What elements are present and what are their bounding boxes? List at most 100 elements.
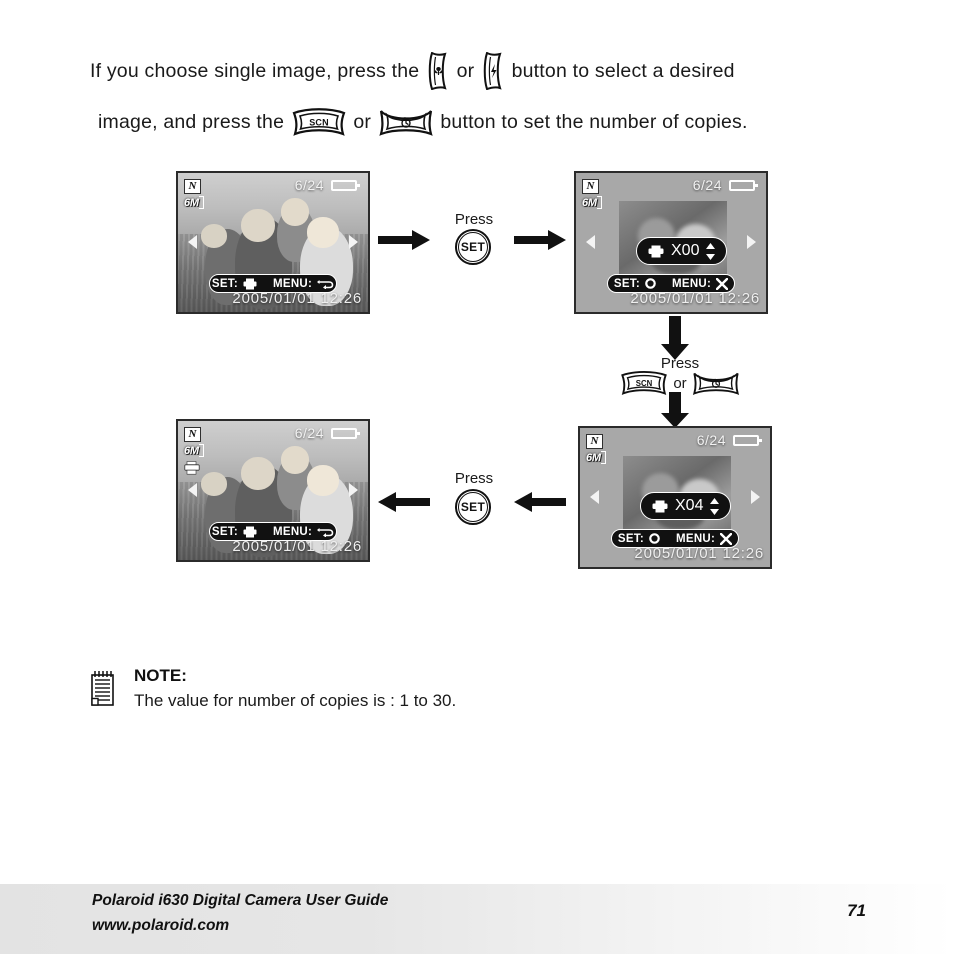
camera-screen-playback-marked: N 6M 6/24 SET: MENU: 2005/01/01 12:26 (176, 419, 370, 562)
photo-person (307, 217, 340, 249)
prev-arrow-icon[interactable] (586, 235, 595, 249)
up-down-arrows-icon[interactable] (710, 497, 720, 515)
instruction-or-2: or (353, 111, 372, 133)
scn-button-icon: SCN (292, 107, 346, 137)
cross-icon (720, 532, 733, 545)
photo-person (200, 472, 228, 497)
status-set: SET: (614, 278, 656, 290)
status-set: SET: (212, 278, 257, 290)
battery-icon (331, 428, 360, 439)
back-arrow-icon (317, 528, 334, 537)
copies-popup[interactable]: X04 (640, 492, 732, 520)
set-button-label: SET (458, 232, 488, 262)
print-mark-icon (184, 461, 200, 475)
flow-arrow-right-2 (514, 230, 566, 250)
copies-popup[interactable]: X00 (636, 237, 728, 265)
datetime-stamp: 2005/01/01 12:26 (232, 290, 362, 307)
frame-counter: 6/24 (692, 177, 722, 193)
note-text: The value for number of copies is : 1 to… (134, 691, 457, 710)
set-button-top[interactable]: SET (455, 229, 491, 265)
datetime-stamp: 2005/01/01 12:26 (630, 290, 760, 307)
note-title: NOTE: (134, 666, 187, 685)
instruction-text-2b: button to set the number of copies. (440, 111, 748, 133)
camera-screen-copies-00: N 6M 6/24 X00 SET: MENU: 2005/01/01 12:2… (574, 171, 768, 314)
camera-screen-copies-04: N 6M 6/24 X04 SET: MENU: 2005/01/01 12:2… (578, 426, 772, 569)
instruction-text-2a: image, and press the (98, 111, 285, 133)
status-menu-label: MENU: (675, 532, 716, 545)
flow-arrow-right-1 (378, 230, 430, 250)
next-arrow-icon[interactable] (751, 490, 760, 504)
instruction-text-1b: button to select a desired (511, 60, 735, 82)
playback-mode-icon: N (582, 179, 599, 194)
circle-icon (649, 533, 660, 544)
instruction-line-1: If you choose single image, press the or (90, 46, 880, 97)
circle-icon (645, 278, 656, 289)
prev-arrow-icon[interactable] (590, 490, 599, 504)
svg-text:SCN: SCN (636, 379, 653, 388)
resolution-badge: 6M (184, 196, 204, 209)
next-arrow-icon[interactable] (747, 235, 756, 249)
press-middle-or: or (673, 374, 687, 392)
flow-arrow-down-2 (661, 392, 689, 428)
datetime-stamp: 2005/01/01 12:26 (634, 545, 764, 562)
set-button-bottom[interactable]: SET (455, 489, 491, 525)
photo-person (240, 457, 275, 491)
prev-arrow-icon[interactable] (188, 483, 197, 497)
frame-counter: 6/24 (696, 432, 726, 448)
playback-mode-icon: N (184, 427, 201, 442)
battery-icon (331, 180, 360, 191)
svg-text:SCN: SCN (309, 118, 329, 128)
next-arrow-icon[interactable] (349, 235, 358, 249)
resolution-badge: 6M (582, 196, 602, 209)
printer-icon (243, 526, 257, 537)
page-footer: Polaroid i630 Digital Camera User Guide … (0, 884, 954, 954)
instruction-text-1a: If you choose single image, press the (90, 60, 420, 82)
page-number: 71 (847, 901, 866, 920)
status-menu: MENU: (273, 278, 334, 290)
copies-value: X00 (671, 242, 700, 259)
printer-icon (652, 500, 668, 512)
status-menu: MENU: (671, 277, 729, 290)
printer-icon (648, 245, 664, 257)
self-timer-button-icon[interactable] (692, 370, 740, 396)
playback-mode-icon: N (586, 434, 603, 449)
battery-icon (733, 435, 762, 446)
copies-value: X04 (675, 497, 704, 514)
up-down-arrows-icon[interactable] (706, 242, 716, 260)
status-menu-label: MENU: (671, 277, 712, 290)
instruction-paragraph: If you choose single image, press the or (90, 46, 880, 148)
frame-counter: 6/24 (294, 177, 324, 193)
flow-arrow-left-2 (514, 492, 566, 512)
back-arrow-icon (317, 280, 334, 289)
flash-button-icon (483, 52, 503, 90)
instruction-or-1: or (456, 60, 475, 82)
camera-screen-playback: N 6M 6/24 SET: MENU: 2005/01/01 12:26 (176, 171, 370, 314)
next-arrow-icon[interactable] (349, 483, 358, 497)
datetime-stamp: 2005/01/01 12:26 (232, 538, 362, 555)
self-timer-button-icon (379, 107, 433, 137)
resolution-badge: 6M (184, 444, 204, 457)
resolution-badge: 6M (586, 451, 606, 464)
printer-icon (243, 278, 257, 289)
status-menu-label: MENU: (272, 525, 313, 538)
press-label-bottom: Press (454, 470, 494, 487)
status-menu: MENU: (675, 532, 733, 545)
flow-arrow-left-1 (378, 492, 430, 512)
photo-person (200, 224, 228, 249)
photo-person (307, 465, 340, 497)
playback-mode-icon: N (184, 179, 201, 194)
photo-person (280, 198, 310, 226)
flow-arrow-down-1 (661, 316, 689, 360)
press-label-top: Press (454, 211, 494, 228)
status-set-label: SET: (211, 277, 238, 290)
photo-person (280, 446, 310, 474)
status-menu-label: MENU: (272, 277, 313, 290)
status-set: SET: (618, 533, 660, 545)
cross-icon (716, 277, 729, 290)
prev-arrow-icon[interactable] (188, 235, 197, 249)
status-set-label: SET: (211, 525, 238, 538)
set-button-label: SET (458, 492, 488, 522)
status-set-label: SET: (617, 532, 644, 545)
footer-title: Polaroid i630 Digital Camera User Guide (92, 892, 389, 909)
status-menu: MENU: (273, 526, 334, 538)
